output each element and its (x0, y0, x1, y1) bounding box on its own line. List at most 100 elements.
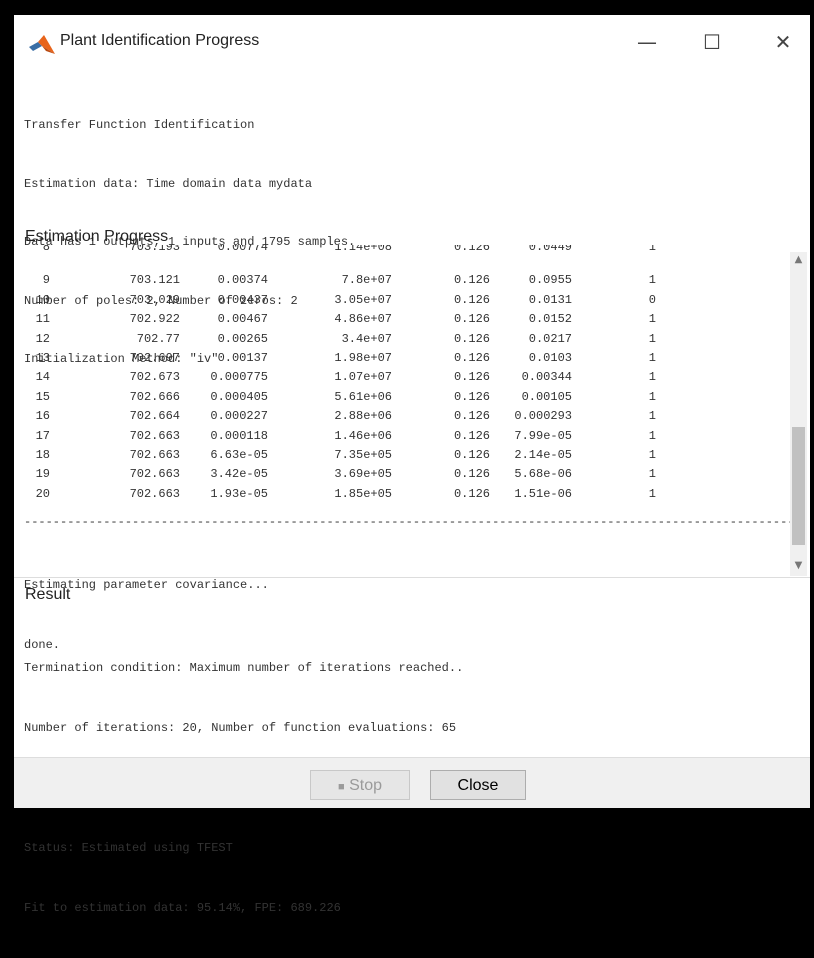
table-cell: 1.14e+08 (334, 245, 392, 254)
table-cell: 703.029 (129, 292, 180, 307)
scrollbar-thumb[interactable] (792, 427, 805, 545)
table-cell: 0.000775 (210, 370, 268, 385)
table-cell: 0.126 (453, 389, 490, 404)
table-cell: 702.663 (129, 448, 180, 462)
table-cell: 10 (35, 292, 50, 307)
table-cell: 9 (42, 273, 50, 288)
table-cell: 1.93e-05 (210, 486, 268, 501)
table-cell: 0.000118 (210, 428, 268, 443)
table-cell: 0.00265 (217, 331, 268, 346)
table-cell: 11 (35, 312, 50, 327)
table-cell: 0.0217 (528, 331, 572, 346)
close-button[interactable]: Close (430, 770, 526, 800)
table-cell: 0.00374 (217, 273, 268, 288)
table-cell: 0 (648, 292, 656, 307)
table-cell: 703.121 (129, 273, 180, 288)
table-cell: 17 (35, 428, 50, 443)
table-row: 19 702.663 3.42e-05 3.69e+05 0.126 5.68e-06 1 (20, 465, 790, 484)
result-line: Number of iterations: 20, Number of func… (24, 721, 457, 735)
table-cell: 3.69e+05 (334, 467, 392, 482)
table-cell: 702.77 (136, 331, 180, 346)
table-cell: 1 (648, 370, 656, 385)
maximize-button[interactable]: ☐ (689, 25, 735, 61)
table-cell: 0.00437 (217, 292, 268, 307)
table-row: 17 702.663 0.000118 1.46e+06 0.126 7.99e-05 1 (20, 427, 790, 446)
window-title: Plant Identification Progress (60, 32, 260, 49)
table-cell: 702.663 (129, 428, 180, 443)
table-cell: 0.126 (453, 370, 490, 385)
table-cell: 0.0449 (528, 245, 572, 254)
scroll-up-icon[interactable]: ▲ (790, 252, 807, 268)
table-row: 20 702.663 1.93e-05 1.85e+05 0.126 1.51e-06 1 (20, 485, 790, 504)
table-row: 8 703.193 0.00774 1.14e+08 0.126 0.0449 1 (20, 245, 790, 257)
table-cell: 1 (648, 331, 656, 346)
result-line: Status: Estimated using TFEST (24, 841, 233, 855)
table-cell: 4.86e+07 (334, 312, 392, 327)
table-row: 12 702.77 0.00265 3.4e+07 0.126 0.0217 1 (20, 330, 790, 349)
table-cell: 1 (648, 273, 656, 288)
table-cell: 0.000293 (514, 409, 572, 424)
estimation-progress-label: Estimation Progress (25, 228, 169, 245)
result-line: Fit to estimation data: 95.14%, FPE: 689… (24, 901, 341, 915)
table-row: 10 703.029 0.00437 3.05e+07 0.126 0.0131 0 (20, 291, 790, 310)
table-cell: 5.68e-06 (514, 467, 572, 482)
table-row: 16 702.664 0.000227 2.88e+06 0.126 0.000293 1 (20, 407, 790, 426)
table-row: 14 702.673 0.000775 1.07e+07 0.126 0.00344 1 (20, 368, 790, 387)
result-label: Result (25, 586, 71, 603)
vertical-scrollbar[interactable]: ▲ ▼ (790, 252, 807, 576)
table-cell: 3.05e+07 (334, 292, 392, 307)
table-cell: 0.126 (453, 448, 490, 462)
table-cell: 0.126 (453, 467, 490, 482)
table-cell: 0.126 (453, 409, 490, 424)
table-row: 9 703.121 0.00374 7.8e+07 0.126 0.0955 1 (20, 271, 790, 290)
scroll-down-icon[interactable]: ▼ (790, 558, 807, 574)
table-cell: 0.00774 (217, 245, 268, 254)
table-row: 13 702.697 0.00137 1.98e+07 0.126 0.0103 1 (20, 349, 790, 368)
dialog-window: Plant Identification Progress — ☐ ✕ Tran… (14, 15, 810, 915)
table-cell: 1.46e+06 (334, 428, 392, 443)
table-cell: 1.51e-06 (514, 486, 572, 501)
table-cell: 18 (35, 448, 50, 462)
table-cell: 2.14e-05 (514, 448, 572, 462)
table-cell: 1 (648, 389, 656, 404)
table-cell: 1.07e+07 (334, 370, 392, 385)
stop-icon: ■ (337, 781, 345, 793)
table-cell: 1.85e+05 (334, 486, 392, 501)
table-cell: 6.63e-05 (210, 448, 268, 462)
table-cell: 0.126 (453, 292, 490, 307)
table-cell: 0.0131 (528, 292, 572, 307)
table-cell: 0.0955 (528, 273, 572, 288)
section-divider (14, 577, 810, 578)
table-cell: 1 (648, 409, 656, 424)
table-cell: 3.42e-05 (210, 467, 268, 482)
table-cell: 8 (42, 245, 50, 254)
table-cell: 0.126 (453, 273, 490, 288)
table-cell: 0.126 (453, 486, 490, 501)
table-cell: 703.193 (129, 245, 180, 254)
table-cell: 1 (648, 486, 656, 501)
table-cell: 1 (648, 351, 656, 365)
stop-button[interactable]: ■ Stop (310, 770, 410, 800)
separator-line: ----------------------------------------… (24, 515, 790, 529)
table-cell: 7.8e+07 (341, 273, 392, 288)
table-cell: 1.98e+07 (334, 351, 392, 365)
table-cell: 0.00137 (217, 351, 268, 365)
minimize-button[interactable]: — (624, 25, 670, 61)
table-row: 11 702.922 0.00467 4.86e+07 0.126 0.0152 1 (20, 310, 790, 329)
table-cell: 0.126 (453, 245, 490, 254)
close-window-button[interactable]: ✕ (760, 25, 806, 61)
table-cell: 0.126 (453, 331, 490, 346)
table-cell: 1 (648, 428, 656, 443)
table-cell: 20 (35, 486, 50, 501)
table-cell: 7.35e+05 (334, 448, 392, 462)
result-line: Termination condition: Maximum number of… (24, 661, 464, 675)
table-cell: 13 (35, 351, 50, 365)
table-cell: 3.4e+07 (341, 331, 392, 346)
table-cell: 702.664 (129, 409, 180, 424)
title-bar: Plant Identification Progress — ☐ ✕ (14, 15, 810, 73)
table-cell: 0.126 (453, 351, 490, 365)
table-cell: 0.126 (453, 428, 490, 443)
table-row: 18 702.663 6.63e-05 7.35e+05 0.126 2.14e-05 1 (20, 446, 790, 465)
table-cell: 702.673 (129, 370, 180, 385)
table-cell: 16 (35, 409, 50, 424)
